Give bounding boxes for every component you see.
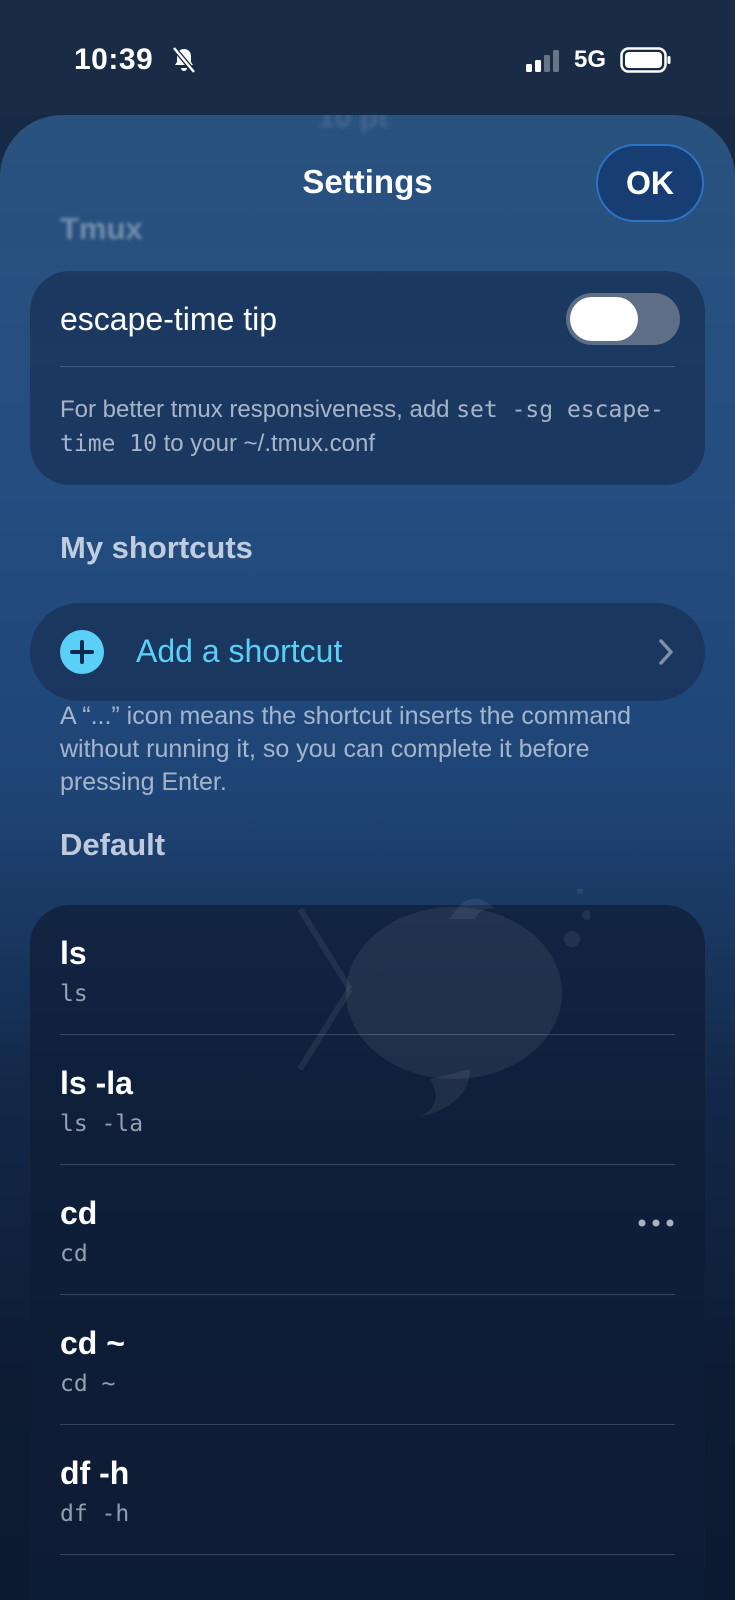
shortcut-command: ls [60,981,88,1007]
ok-button[interactable]: OK [596,144,704,222]
signal-icon [526,50,559,72]
tmux-card: escape-time tip For better tmux responsi… [30,271,705,485]
toggle-knob [570,297,638,341]
chevron-right-icon [659,639,673,665]
network-type: 5G [574,46,607,73]
escape-time-toggle[interactable] [566,293,680,345]
shortcut-footnote: A “...” icon means the shortcut inserts … [60,702,632,796]
ghost-title: 10 pt [318,115,389,134]
shortcut-title: cd [60,1195,98,1231]
more-icon [638,1219,674,1227]
bell-slash-icon [172,46,196,74]
shortcut-row-ls[interactable]: ls ls [30,905,705,1035]
shortcut-command: cd [60,1241,88,1267]
shortcut-command: df -h [60,1501,130,1527]
battery-icon [620,47,671,73]
shortcut-row-cd[interactable]: cd cd [30,1165,705,1295]
tip-suffix: to your ~/.tmux.conf [156,430,376,457]
section-title-my-shortcuts: My shortcuts [60,530,253,565]
settings-sheet: 10 pt Settings OK Tmux escape-time tip F… [0,115,735,1600]
default-shortcuts-list: ls ls ls -la ls -la cd cd cd ~ cd ~ df -… [30,889,705,1600]
shortcut-row-cd-home[interactable]: cd ~ cd ~ [30,1295,705,1425]
add-shortcut-label: Add a shortcut [136,633,343,669]
shortcut-row-df-h[interactable]: df -h df -h [30,1425,705,1555]
escape-time-label: escape-time tip [60,301,277,337]
shortcut-row-ls-la[interactable]: ls -la ls -la [30,1035,705,1165]
add-shortcut-button[interactable]: Add a shortcut [30,603,705,701]
shortcut-title: df -h [60,1455,130,1491]
tip-prefix: For better tmux responsiveness, add [60,396,457,423]
shortcut-title: ls -la [60,1065,133,1101]
status-bar: 10:39 5G [0,0,735,115]
divider [60,1554,675,1555]
shortcut-title: cd ~ [60,1325,125,1361]
status-time: 10:39 [74,43,154,76]
plus-circle-icon [60,630,104,674]
section-title-default: Default [60,827,166,862]
shortcut-title: ls [60,935,87,971]
shortcut-command: ls -la [60,1111,144,1137]
shortcut-command: cd ~ [60,1371,116,1397]
section-title-tmux: Tmux [60,211,143,246]
divider [60,366,675,367]
tmux-tip: For better tmux responsiveness, add set … [60,393,680,461]
